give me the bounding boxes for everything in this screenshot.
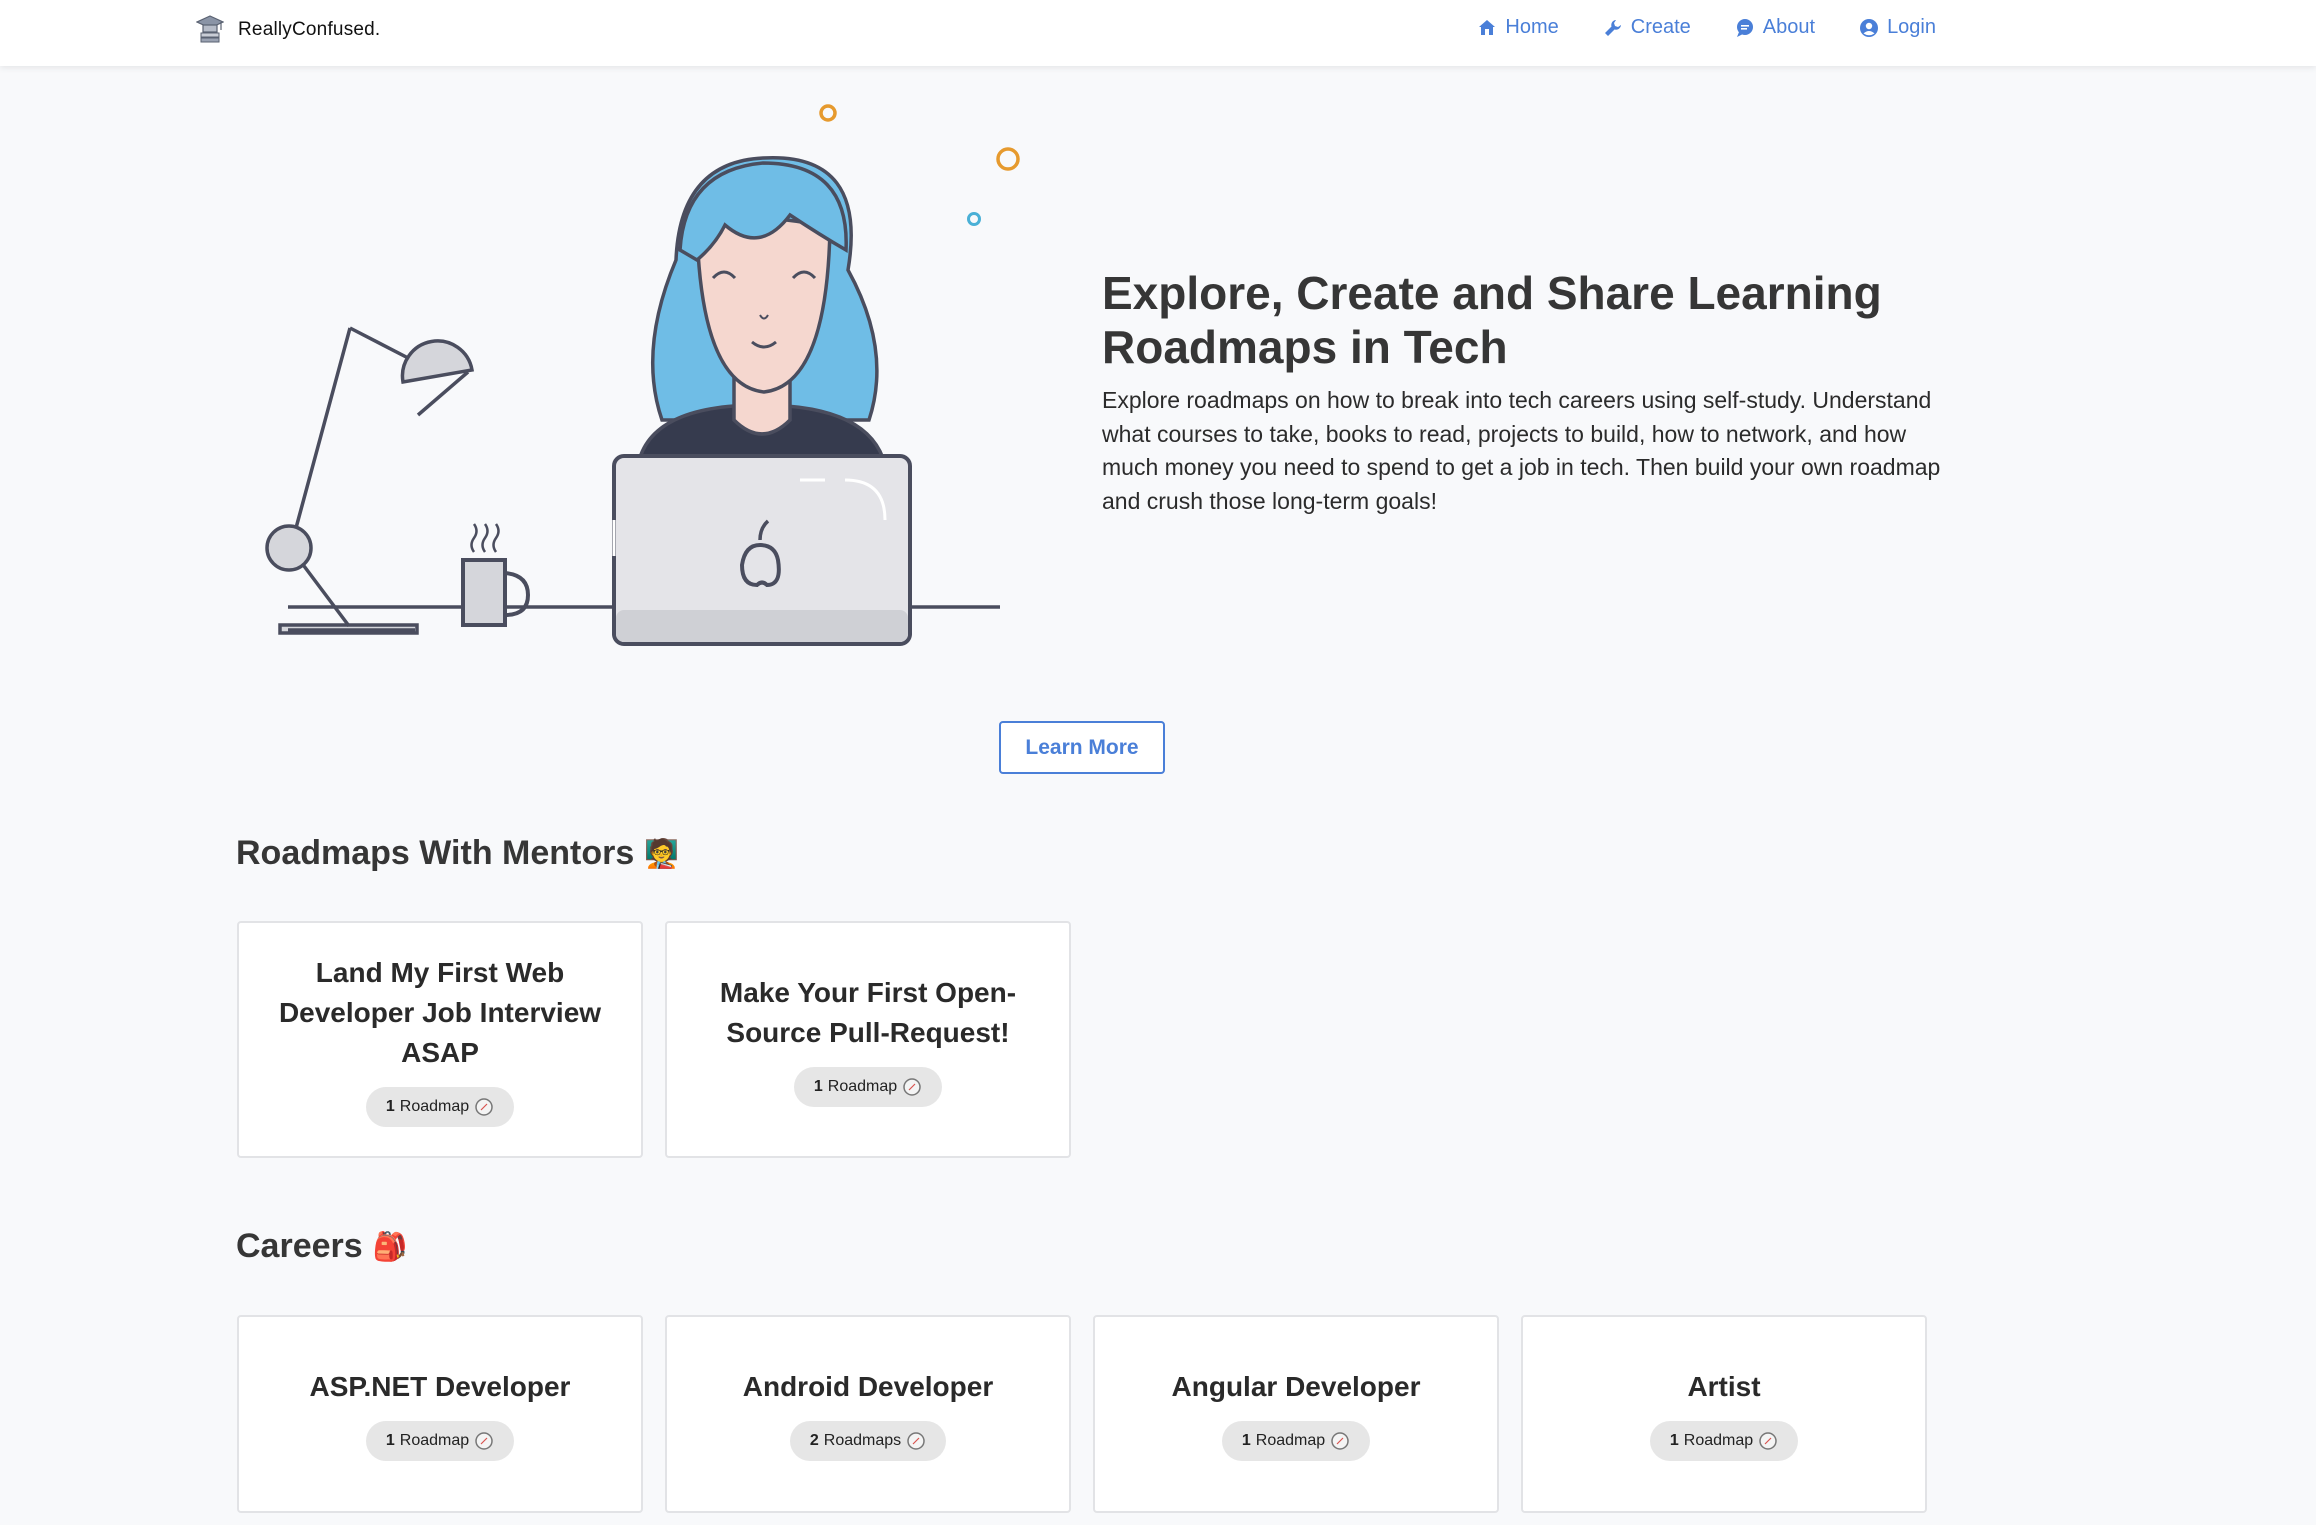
nav-about-link[interactable]: About: [1735, 16, 1815, 39]
career-card[interactable]: Android Developer 2 Roadmaps: [665, 1315, 1071, 1513]
nav-login-label: Login: [1887, 16, 1936, 38]
backpack-emoji-icon: 🎒: [372, 1231, 408, 1262]
compass-icon: [475, 1432, 493, 1450]
compass-icon: [907, 1432, 925, 1450]
nav-home-label: Home: [1505, 16, 1559, 38]
card-title: Angular Developer: [1171, 1371, 1421, 1402]
laptop: [612, 454, 912, 646]
orange-circle-small: [819, 104, 837, 122]
mentor-card[interactable]: Make Your First Open-Source Pull-Request…: [665, 921, 1071, 1158]
roadmap-unit: Roadmap: [399, 1432, 470, 1449]
mentor-card[interactable]: Land My First Web Developer Job Intervie…: [237, 921, 643, 1158]
hero-description: Explore roadmaps on how to break into te…: [1102, 387, 1941, 514]
brand[interactable]: ReallyConfused.: [196, 14, 380, 46]
hero-title: Explore, Create and Share Learning Roadm…: [1102, 267, 1882, 373]
mentors-section-title: Roadmaps With Mentors 🧑‍🏫: [236, 834, 679, 873]
roadmap-count: 1: [813, 1077, 823, 1095]
roadmap-unit: Roadmap: [1255, 1432, 1326, 1449]
roadmap-count: 2: [809, 1432, 819, 1449]
roadmap-unit: Roadmap: [1683, 1432, 1754, 1449]
hero-text: Explore, Create and Share Learning Roadm…: [1102, 266, 1942, 518]
careers-title-text: Careers: [236, 1227, 363, 1265]
learn-more-button[interactable]: Learn More: [999, 721, 1165, 774]
roadmap-count-badge: 1 Roadmap: [793, 1066, 943, 1107]
navbar: ReallyConfused. Home Create About Login: [0, 0, 2316, 66]
graduation-cap-logo-icon: [196, 15, 224, 43]
card-title: ASP.NET Developer: [309, 1371, 571, 1402]
careers-section-title: Careers 🎒: [236, 1227, 408, 1266]
desk-lamp: [265, 326, 475, 635]
roadmap-count-badge: 1 Roadmap: [1649, 1421, 1799, 1461]
card-title: Artist: [1687, 1371, 1761, 1402]
coffee-mug: [461, 523, 531, 627]
home-icon: [1479, 19, 1496, 35]
roadmap-count-badge: 1 Roadmap: [365, 1421, 515, 1461]
user-circle-icon: [1860, 18, 1879, 37]
roadmap-count: 1: [385, 1432, 395, 1449]
career-card[interactable]: Artist 1 Roadmap: [1521, 1315, 1927, 1513]
roadmap-unit: Roadmaps: [823, 1432, 902, 1449]
career-card[interactable]: ASP.NET Developer 1 Roadmap: [237, 1315, 643, 1513]
roadmap-count-badge: 2 Roadmaps: [789, 1421, 947, 1461]
compass-icon: [1759, 1432, 1777, 1450]
orange-circle-large: [996, 147, 1020, 171]
wrench-icon: [1604, 19, 1621, 36]
blue-circle: [967, 212, 981, 226]
nav-create-link[interactable]: Create: [1603, 16, 1691, 39]
roadmap-unit: Roadmap: [827, 1077, 898, 1095]
roadmap-count: 1: [1241, 1432, 1251, 1449]
teacher-emoji-icon: 🧑‍🏫: [644, 838, 680, 869]
roadmap-count: 1: [385, 1097, 395, 1115]
nav-create-label: Create: [1630, 16, 1691, 38]
roadmap-count: 1: [1669, 1432, 1679, 1449]
card-title: Make Your First Open-Source Pull-Request…: [719, 976, 1017, 1048]
card-title: Android Developer: [742, 1371, 994, 1402]
brand-name: ReallyConfused.: [238, 19, 381, 40]
hero-illustration: [265, 104, 1020, 646]
mentors-title-text: Roadmaps With Mentors: [236, 834, 635, 872]
nav-links: Home Create About Login: [1477, 16, 1936, 39]
compass-icon: [1331, 1432, 1349, 1450]
nav-about-label: About: [1762, 16, 1816, 38]
career-card[interactable]: Angular Developer 1 Roadmap: [1093, 1315, 1499, 1513]
nav-login-link[interactable]: Login: [1859, 16, 1936, 39]
compass-icon: [475, 1097, 493, 1116]
roadmap-unit: Roadmap: [399, 1097, 470, 1115]
roadmap-count-badge: 1 Roadmap: [365, 1086, 515, 1127]
card-title: Land My First Web Developer Job Intervie…: [278, 956, 602, 1068]
nav-home-link[interactable]: Home: [1477, 16, 1559, 39]
person: [635, 156, 888, 467]
compass-icon: [903, 1077, 921, 1096]
roadmap-count-badge: 1 Roadmap: [1221, 1421, 1371, 1461]
chat-bubble-icon: [1736, 18, 1753, 37]
